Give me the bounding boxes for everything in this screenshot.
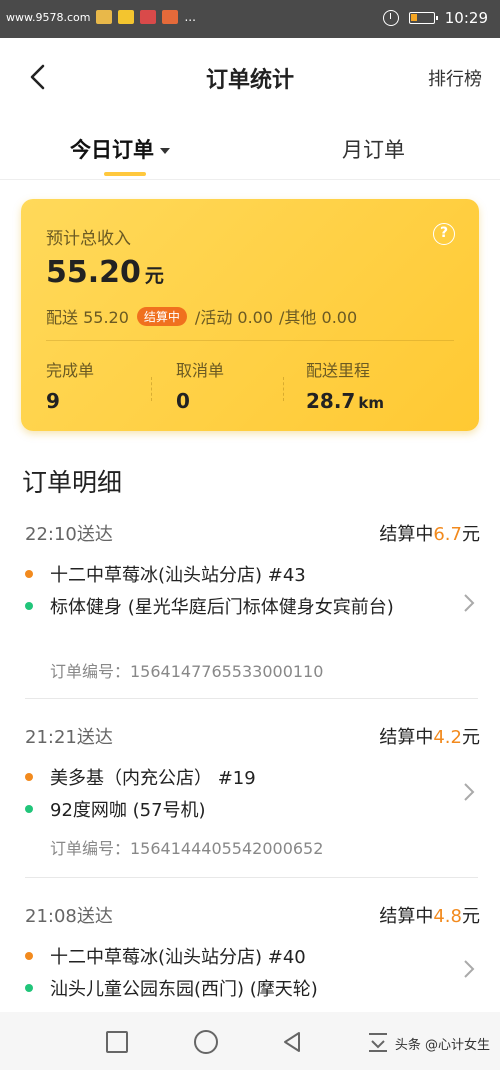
app-icon-2 [118, 10, 135, 24]
stat-label: 完成单 [46, 361, 95, 380]
pickup-dot-icon [25, 773, 33, 781]
order-number: 订单编号：1564147765533000110 [50, 662, 324, 681]
order-time: 21:21送达 [25, 727, 113, 748]
tab-monthly-orders[interactable]: 月订单 [342, 134, 405, 164]
chevron-right-icon [464, 783, 475, 801]
tab-bar: 今日订单 月订单 [0, 118, 500, 180]
tab-today-orders[interactable]: 今日订单 [70, 134, 170, 164]
other-amount: /其他 0.00 [279, 308, 358, 327]
status-left: www.9578.com ... [6, 10, 196, 24]
order-item[interactable]: 22:10送达 结算中6.7元 十二中草莓冰(汕头站分店) #43 标体健身 (… [0, 520, 500, 700]
order-status: 结算中4.8元 [379, 902, 480, 928]
order-status-text: 结算中 [379, 524, 434, 545]
order-item[interactable]: 21:08送达 结算中4.8元 十二中草莓冰(汕头站分店) #40 汕头儿童公园… [0, 902, 500, 1012]
order-details-title: 订单明细 [22, 468, 123, 497]
stat-value: 28.7 km [306, 389, 384, 413]
dropoff-dot-icon [25, 805, 33, 813]
stat-cancelled: 取消单 0 [176, 357, 224, 413]
stat-value: 9 [46, 389, 94, 413]
status-more-dots: ... [184, 10, 196, 24]
order-divider [25, 698, 478, 699]
stat-separator [283, 377, 284, 401]
tab-today-label: 今日订单 [70, 138, 154, 162]
order-amount-unit: 元 [462, 727, 480, 748]
dropoff-name: 92度网咖 (57号机) [50, 800, 206, 821]
pickup-row: 十二中草莓冰(汕头站分店) #40 [25, 944, 425, 972]
stat-label: 配送里程 [306, 361, 371, 380]
app-icon-3 [140, 10, 157, 24]
stat-label: 取消单 [176, 361, 225, 380]
pickup-dot-icon [25, 570, 33, 578]
stat-number: 0 [176, 389, 190, 413]
dropoff-row: 92度网咖 (57号机) [25, 797, 425, 825]
order-amount: 4.2 [433, 727, 462, 748]
stat-unit: km [358, 394, 384, 412]
status-right: 10:29 [382, 9, 488, 27]
app-icon-1 [96, 10, 113, 24]
dropoff-dot-icon [25, 602, 33, 610]
stat-distance: 配送里程 28.7 km [306, 357, 384, 413]
dropoff-dot-icon [25, 984, 33, 992]
card-divider [46, 340, 454, 341]
delivery-amount: 配送 55.20 [46, 308, 129, 327]
activity-amount: /活动 0.00 [194, 308, 274, 327]
settling-badge: 结算中 [136, 306, 187, 326]
status-time: 10:29 [444, 9, 488, 27]
help-icon[interactable]: ? [433, 223, 455, 245]
pickup-name: 十二中草莓冰(汕头站分店) #40 [50, 947, 306, 968]
dropoff-name: 汕头儿童公园东园(西门) (摩天轮) [50, 979, 318, 1000]
pickup-name: 十二中草莓冰(汕头站分店) #43 [50, 565, 306, 586]
nav-bar: 订单统计 排行榜 [0, 38, 500, 118]
order-amount: 6.7 [433, 524, 462, 545]
order-amount-unit: 元 [462, 524, 480, 545]
order-time: 22:10送达 [25, 524, 113, 545]
recent-apps-button[interactable] [106, 1031, 128, 1053]
leaderboard-link[interactable]: 排行榜 [428, 65, 482, 91]
earnings-card: 预计总收入 ? 55.20 元 配送 55.20 结算中 /活动 0.00 /其他… [21, 199, 479, 431]
system-nav-bar: 头条 @心计女生 [0, 1012, 500, 1070]
active-tab-indicator [104, 172, 146, 176]
dropoff-row: 汕头儿童公园东园(西门) (摩天轮) [25, 976, 425, 1004]
pickup-row: 美多基（内充公店） #19 [25, 765, 425, 793]
earnings-total-unit: 元 [144, 265, 164, 287]
app-icon-4 [162, 10, 179, 24]
earnings-total-value: 55.20 [46, 255, 141, 290]
order-status: 结算中4.2元 [379, 723, 480, 749]
status-url: www.9578.com [6, 10, 91, 24]
dropoff-row: 标体健身 (星光华庭后门标体健身女宾前台) [25, 594, 425, 622]
pickup-row: 十二中草莓冰(汕头站分店) #43 [25, 562, 425, 590]
order-status-text: 结算中 [379, 906, 434, 927]
order-time: 21:08送达 [25, 906, 113, 927]
alarm-icon [382, 10, 399, 26]
earnings-label: 预计总收入 [46, 229, 131, 249]
stat-number: 28.7 [306, 389, 356, 413]
stat-number: 9 [46, 389, 60, 413]
watermark: 头条 @心计女生 [394, 1038, 490, 1053]
notification-pull-icon[interactable] [366, 1030, 390, 1054]
stat-value: 0 [176, 389, 224, 413]
battery-icon [408, 12, 438, 24]
chevron-right-icon [464, 594, 475, 612]
earnings-total: 55.20 元 [46, 255, 164, 290]
order-divider [25, 877, 478, 878]
order-amount-unit: 元 [462, 906, 480, 927]
status-bar: www.9578.com ... 10:29 [0, 0, 500, 38]
caret-down-icon [160, 148, 170, 154]
stat-separator [151, 377, 152, 401]
pickup-name: 美多基（内充公店） #19 [50, 768, 256, 789]
order-status: 结算中6.7元 [379, 520, 480, 546]
dropoff-name: 标体健身 (星光华庭后门标体健身女宾前台) [50, 597, 394, 618]
earnings-breakdown: 配送 55.20 结算中 /活动 0.00 /其他 0.00 [46, 304, 357, 328]
order-status-text: 结算中 [379, 727, 434, 748]
order-number: 订单编号：1564144405542000652 [50, 839, 324, 858]
stat-completed: 完成单 9 [46, 357, 94, 413]
page-title: 订单统计 [205, 68, 294, 93]
order-amount: 4.8 [433, 906, 462, 927]
back-nav-icon[interactable] [280, 1030, 304, 1054]
order-item[interactable]: 21:21送达 结算中4.2元 美多基（内充公店） #19 92度网咖 (57号… [0, 723, 500, 883]
home-button[interactable] [194, 1030, 218, 1054]
chevron-right-icon [464, 960, 475, 978]
pickup-dot-icon [25, 952, 33, 960]
